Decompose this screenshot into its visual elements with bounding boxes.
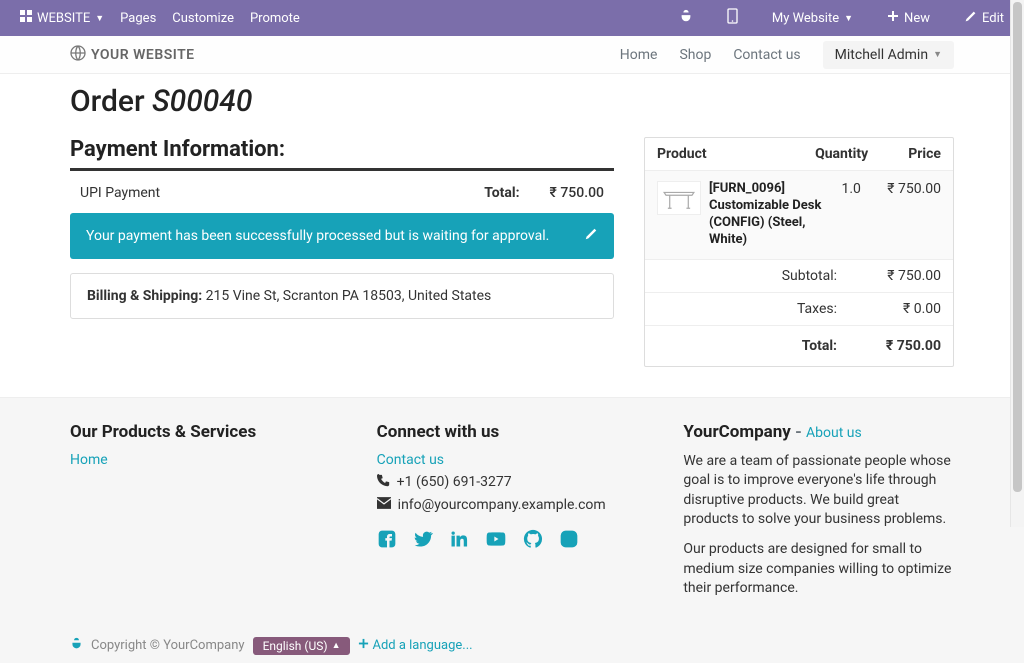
bug-icon [70,637,83,654]
promote-menu[interactable]: Promote [242,11,308,26]
envelope-icon [377,497,391,513]
customize-menu[interactable]: Customize [164,11,242,26]
phone-icon [377,474,390,491]
globe-icon [70,45,86,65]
mobile-preview[interactable] [719,8,746,28]
bug-icon [679,9,693,27]
brand[interactable]: YOUR WEBSITE [70,45,195,65]
nav-home[interactable]: Home [620,47,658,63]
phone-row: +1 (650) 691-3277 [377,474,648,491]
add-language-button[interactable]: Add a language... [358,638,472,653]
new-button[interactable]: New [879,10,938,26]
email-row: info@yourcompany.example.com [377,497,648,513]
page-title: Order S00040 [70,84,954,119]
plus-icon [887,10,899,26]
facebook-icon[interactable] [377,529,397,553]
payment-status-alert: Your payment has been successfully proce… [70,213,614,259]
chevron-down-icon: ▼ [95,13,104,24]
publish-indicator[interactable] [671,9,701,27]
top-menu-bar: WEBSITE ▼ Pages Customize Promote My Web… [0,0,1024,36]
footer-products: Our Products & Services Home [70,422,341,609]
total-row: Total: ₹ 750.00 [645,325,953,366]
footer-about: YourCompany - About us We are a team of … [683,422,954,609]
plus-icon [358,638,369,653]
copyright-row: Copyright © YourCompany English (US) ▲ A… [70,637,954,655]
user-dropdown[interactable]: Mitchell Admin ▼ [823,41,954,69]
linkedin-icon[interactable] [449,529,469,553]
apps-icon [20,10,32,26]
social-row [377,529,648,553]
footer-contact-link[interactable]: Contact us [377,452,444,468]
website-label: WEBSITE [37,11,90,26]
total-label: Total: [484,185,519,201]
nav-contact[interactable]: Contact us [733,47,800,63]
mobile-icon [727,8,738,28]
payment-row: UPI Payment Total: ₹ 750.00 [70,181,614,213]
pencil-icon [964,10,977,27]
chevron-down-icon: ▼ [933,49,942,60]
vertical-scrollbar[interactable] [1010,0,1024,527]
twitter-icon[interactable] [413,529,433,553]
billing-box: Billing & Shipping: 215 Vine St, Scranto… [70,273,614,319]
instagram-icon[interactable] [559,529,579,553]
summary-header: Product Quantity Price [645,138,953,170]
footer-connect: Connect with us Contact us +1 (650) 691-… [377,422,648,609]
pages-menu[interactable]: Pages [112,11,164,26]
product-thumbnail [657,181,701,215]
language-selector[interactable]: English (US) ▲ [253,637,351,655]
payment-method: UPI Payment [80,185,484,201]
edit-button[interactable]: Edit [956,10,1012,27]
website-navbar: YOUR WEBSITE Home Shop Contact us Mitche… [0,36,1024,74]
payment-section: Payment Information: UPI Payment Total: … [70,137,614,319]
subtotal-row: Subtotal: ₹ 750.00 [645,259,953,292]
order-summary: Product Quantity Price [FURN_0096] Custo… [644,137,954,367]
github-icon[interactable] [523,529,543,553]
chevron-down-icon: ▼ [844,13,853,24]
edit-alert-icon[interactable] [584,227,598,245]
chevron-up-icon: ▲ [332,640,341,651]
scrollbar-thumb[interactable] [1013,2,1022,492]
my-website-dropdown[interactable]: My Website ▼ [764,11,861,26]
footer: Our Products & Services Home Connect wit… [0,397,1024,663]
about-us-link[interactable]: About us [806,425,862,441]
youtube-icon[interactable] [485,529,507,553]
payment-heading: Payment Information: [70,137,614,171]
nav-shop[interactable]: Shop [679,47,711,63]
taxes-row: Taxes: ₹ 0.00 [645,292,953,325]
line-item: [FURN_0096] Customizable Desk (CONFIG) (… [645,170,953,259]
page-main: Order S00040 Payment Information: UPI Pa… [0,74,1024,397]
total-value: ₹ 750.00 [550,185,604,201]
footer-home-link[interactable]: Home [70,452,108,468]
website-switcher[interactable]: WEBSITE ▼ [12,10,112,26]
